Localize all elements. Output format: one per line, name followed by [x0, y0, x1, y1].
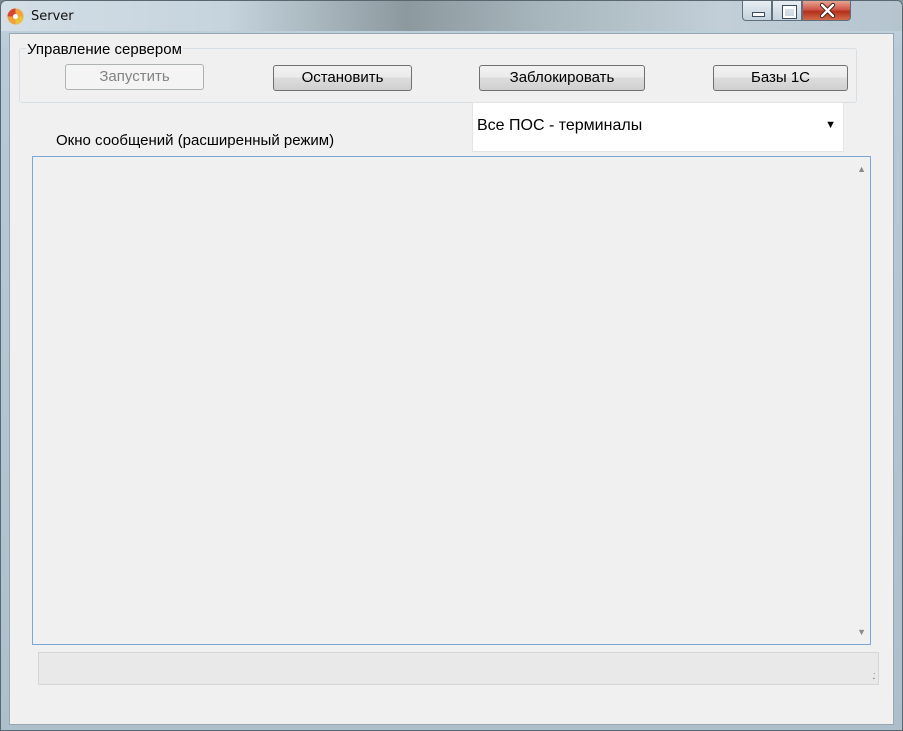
title-bar[interactable]: Server: [1, 1, 902, 31]
start-button[interactable]: Запустить: [65, 64, 204, 90]
minimize-button[interactable]: [742, 1, 772, 21]
maximize-icon: [782, 5, 797, 19]
window-title: Server: [31, 9, 74, 24]
terminal-select-value: Все ПОС - терминалы: [477, 117, 643, 134]
resize-grip-icon[interactable]: .:: [872, 670, 876, 682]
block-button[interactable]: Заблокировать: [479, 65, 645, 91]
terminal-select[interactable]: Все ПОС - терминалы ▼: [472, 102, 844, 152]
server-control-group-label: Управление сервером: [26, 41, 183, 58]
chevron-down-icon[interactable]: ▼: [825, 119, 836, 131]
close-button[interactable]: [802, 1, 851, 21]
status-bar: .:: [38, 652, 879, 685]
scroll-up-icon[interactable]: ▲: [857, 164, 866, 174]
scroll-down-icon[interactable]: ▼: [857, 627, 866, 637]
maximize-button[interactable]: [772, 1, 802, 21]
server-window: Server Управление сервером Запустить Ост…: [0, 0, 903, 731]
app-icon: [7, 8, 24, 25]
bases-1c-button[interactable]: Базы 1С: [713, 65, 848, 91]
close-icon: [819, 2, 836, 19]
messages-label: Окно сообщений (расширенный режим): [56, 132, 335, 149]
messages-textarea[interactable]: ▲ ▼: [32, 156, 871, 645]
messages-scrollbar[interactable]: ▲ ▼: [851, 157, 870, 644]
minimize-icon: [752, 12, 765, 17]
stop-button[interactable]: Остановить: [273, 65, 412, 91]
